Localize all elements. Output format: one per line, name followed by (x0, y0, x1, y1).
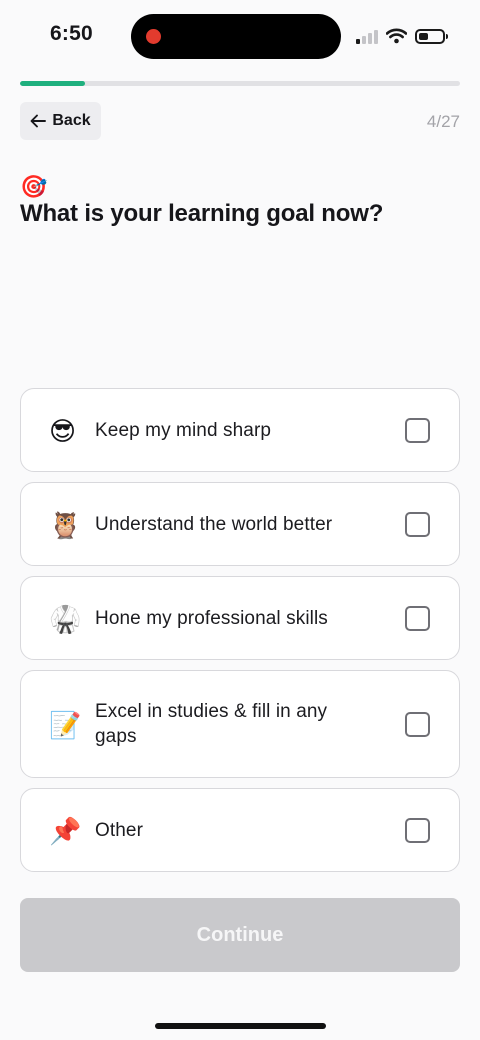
status-icons (356, 25, 448, 47)
progress-bar-fill (20, 81, 86, 86)
option-label: Other (95, 820, 144, 841)
home-indicator[interactable] (155, 1023, 326, 1029)
back-button-label: Back (52, 112, 91, 129)
option-professional-skills[interactable]: 🥋 Hone my professional skills (20, 576, 460, 660)
battery-icon (415, 28, 448, 44)
option-checkbox[interactable] (405, 606, 430, 631)
status-time: 6:50 (50, 22, 93, 45)
memo-icon: 📝 (49, 710, 82, 740)
dynamic-island (131, 14, 341, 59)
sunglasses-face-icon: 😎 (49, 416, 77, 446)
wifi-icon (386, 28, 407, 44)
option-excel-in-studies[interactable]: 📝 Excel in studies & fill in any gaps (20, 670, 460, 778)
option-label: Understand the world better (95, 514, 333, 535)
option-other[interactable]: 📌 Other (20, 788, 460, 872)
pushpin-icon: 📌 (49, 816, 82, 846)
option-keep-mind-sharp[interactable]: 😎 Keep my mind sharp (20, 388, 460, 472)
cellular-signal-icon (356, 28, 378, 44)
continue-button-label: Continue (196, 923, 284, 946)
owl-icon: 🦉 (49, 510, 82, 540)
arrow-left-icon (30, 114, 47, 128)
option-label: Hone my professional skills (95, 608, 328, 629)
option-understand-world[interactable]: 🦉 Understand the world better (20, 482, 460, 566)
progress-bar (20, 81, 460, 86)
option-checkbox[interactable] (405, 712, 430, 737)
status-bar: 6:50 (0, 0, 480, 72)
continue-button[interactable]: Continue (20, 898, 460, 972)
option-checkbox[interactable] (405, 818, 430, 843)
martial-arts-uniform-icon: 🥋 (49, 604, 82, 634)
recording-indicator-icon (146, 29, 161, 44)
onboarding-screen: 6:50 Back 4/27 🎯 What is your learning g… (0, 0, 480, 1040)
back-button[interactable]: Back (20, 102, 101, 140)
option-label: Excel in studies & fill in any gaps (95, 701, 328, 747)
option-checkbox[interactable] (405, 512, 430, 537)
step-counter: 4/27 (426, 112, 460, 131)
page-title: What is your learning goal now? (20, 200, 384, 227)
option-checkbox[interactable] (405, 418, 430, 443)
option-label: Keep my mind sharp (95, 420, 272, 441)
target-icon: 🎯 (20, 174, 48, 199)
